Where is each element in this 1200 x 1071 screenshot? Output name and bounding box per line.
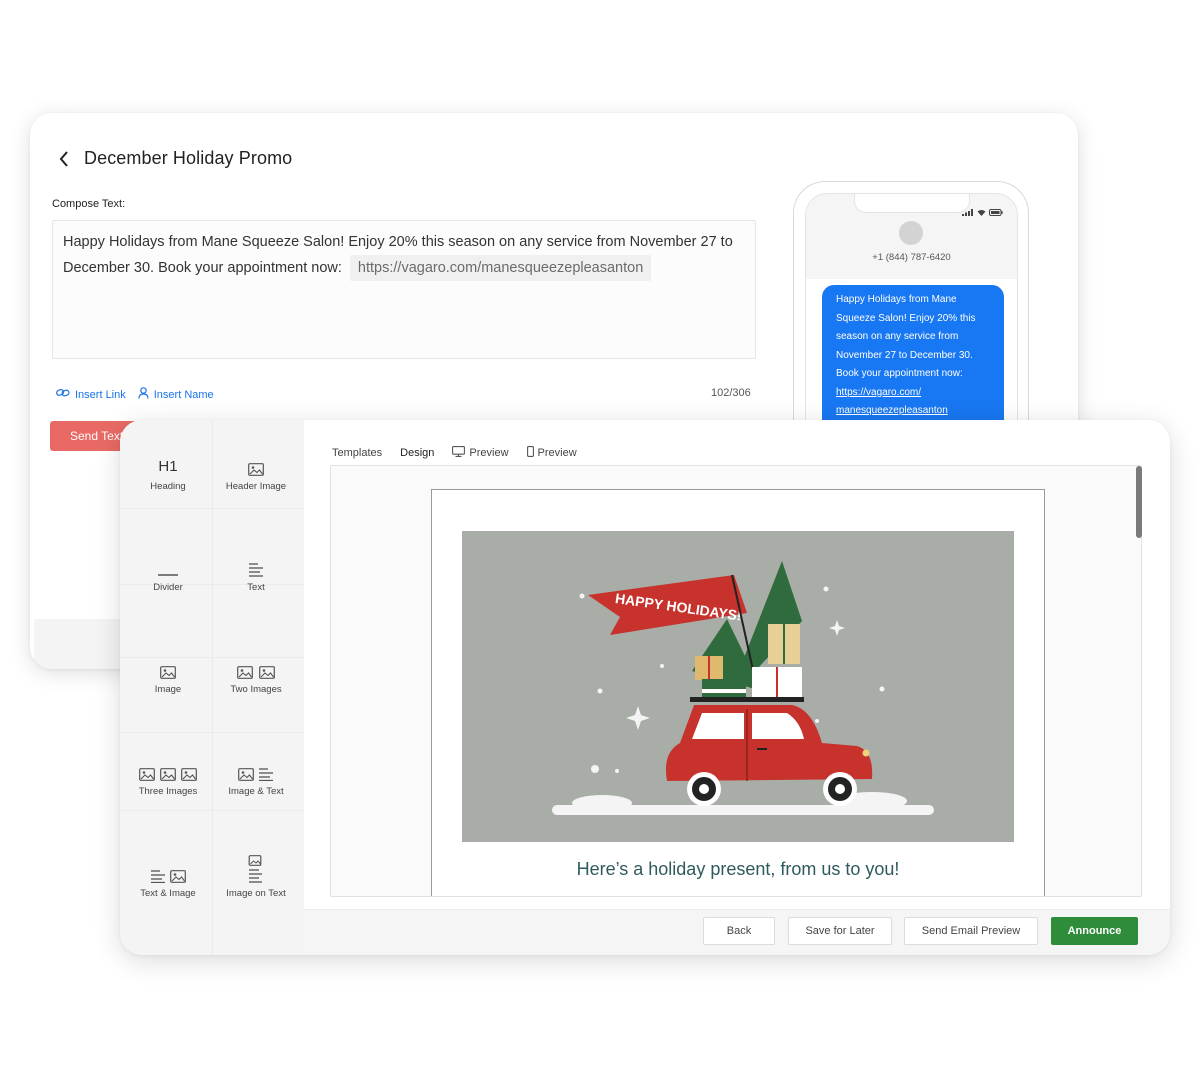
two-images-icon	[237, 653, 275, 679]
page-title: December Holiday Promo	[84, 148, 293, 168]
palette-heading[interactable]: H1 Heading	[124, 450, 212, 492]
heading-h1-icon: H1	[158, 458, 178, 475]
palette-text[interactable]: Text	[212, 551, 300, 593]
compose-label: Compose Text:	[52, 198, 126, 210]
email-headline[interactable]: Here’s a holiday present, from us to you…	[432, 859, 1044, 880]
bubble-link[interactable]: manesqueezepleasanton	[836, 402, 992, 420]
palette-row-divider	[120, 732, 304, 733]
palette-label: Divider	[153, 582, 183, 593]
bubble-link[interactable]: https://vagaro.com/	[836, 384, 992, 402]
contact-avatar	[899, 221, 923, 245]
email-document: HAPPY HOLIDAYS! Here’s a holiday present…	[431, 489, 1045, 896]
back-chevron-icon[interactable]	[56, 149, 72, 169]
palette-label: Text & Image	[140, 888, 196, 899]
tab-design[interactable]: Design	[400, 444, 435, 468]
palette-image-and-text[interactable]: Image & Text	[212, 755, 300, 797]
palette-label: Image on Text	[226, 888, 286, 899]
header-image-icon	[248, 450, 264, 476]
bubble-line: Happy Holidays from Mane	[836, 294, 957, 305]
bubble-line: November 27 to December 30.	[836, 349, 973, 361]
contact-phone-number: +1 (844) 787-6420	[872, 252, 951, 263]
compose-textarea[interactable]: Happy Holidays from Mane Squeeze Salon! …	[52, 220, 756, 359]
editor-tabs: Templates Design Preview Preview	[332, 444, 595, 468]
palette-text-and-image[interactable]: Text & Image	[124, 857, 212, 899]
announce-button[interactable]: Announce	[1051, 917, 1138, 945]
text-image-icon	[150, 857, 186, 883]
mobile-icon	[526, 446, 534, 460]
hero-image[interactable]: HAPPY HOLIDAYS!	[462, 531, 1014, 842]
palette-image-on-text[interactable]: Image on Text	[212, 850, 300, 899]
palette-label: Text	[247, 582, 265, 593]
divider-icon	[158, 551, 178, 577]
character-count: 102/306	[711, 387, 751, 399]
image-on-text-icon	[248, 850, 264, 883]
phone-notch	[854, 194, 970, 213]
palette-two-images[interactable]: Two Images	[212, 653, 300, 695]
holiday-car-illustration: HAPPY HOLIDAYS!	[552, 561, 934, 815]
image-icon	[160, 653, 176, 679]
message-link-chip[interactable]: https://vagaro.com/manesqueezepleasanton	[349, 255, 652, 281]
bubble-line: Squeeze Salon! Enjoy 20% this	[836, 312, 976, 324]
palette-label: Header Image	[225, 481, 287, 492]
insert-name-button[interactable]: Insert Name	[138, 387, 214, 402]
sms-message-bubble: Happy Holidays from Mane Squeeze Salon! …	[822, 285, 1004, 435]
palette-label: Image & Text	[228, 786, 284, 797]
tab-templates[interactable]: Templates	[332, 444, 382, 462]
image-text-icon	[238, 755, 274, 781]
save-for-later-button[interactable]: Save for Later	[788, 917, 892, 945]
palette-header-image[interactable]: Header Image	[212, 450, 300, 492]
wifi-icon	[977, 203, 986, 221]
palette-row-divider	[120, 508, 304, 509]
tab-mobile-preview[interactable]: Preview	[526, 444, 577, 462]
palette-label: Image	[154, 684, 182, 695]
desktop-icon	[452, 446, 466, 460]
send-email-preview-button[interactable]: Send Email Preview	[904, 917, 1038, 945]
bubble-line: season on any service from	[836, 331, 959, 342]
palette-divider[interactable]: Divider	[124, 551, 212, 593]
phone-screen: +1 (844) 787-6420 Happy Holidays from Ma…	[805, 193, 1018, 444]
palette-label: Two Images	[230, 684, 282, 695]
title-row: December Holiday Promo	[56, 148, 292, 169]
insert-link-button[interactable]: Insert Link	[56, 387, 126, 402]
back-button[interactable]: Back	[703, 917, 775, 945]
person-icon	[138, 387, 149, 402]
canvas-scrollbar[interactable]	[1136, 466, 1142, 538]
block-palette: H1 Heading Header Image Divider Text Ima…	[120, 420, 304, 955]
palette-image[interactable]: Image	[124, 653, 212, 695]
tab-desktop-preview[interactable]: Preview	[452, 444, 509, 462]
text-lines-icon	[248, 551, 264, 577]
phone-preview: +1 (844) 787-6420 Happy Holidays from Ma…	[793, 181, 1029, 444]
insert-name-label: Insert Name	[153, 388, 214, 401]
status-icons	[962, 203, 1003, 221]
palette-row-divider	[120, 810, 304, 811]
link-icon	[56, 388, 70, 401]
design-canvas[interactable]: HAPPY HOLIDAYS! Here’s a holiday present…	[330, 465, 1142, 897]
palette-three-images[interactable]: Three Images	[124, 755, 212, 797]
signal-icon	[962, 203, 974, 221]
insert-link-label: Insert Link	[75, 388, 126, 401]
three-images-icon	[139, 755, 197, 781]
email-builder-card: H1 Heading Header Image Divider Text Ima…	[120, 420, 1170, 955]
battery-icon	[989, 203, 1003, 221]
palette-label: Three Images	[138, 786, 198, 797]
bubble-line: Book your appointment now:	[836, 368, 963, 379]
palette-label: Heading	[150, 481, 186, 492]
compose-actions: Insert Link Insert Name	[56, 387, 214, 402]
